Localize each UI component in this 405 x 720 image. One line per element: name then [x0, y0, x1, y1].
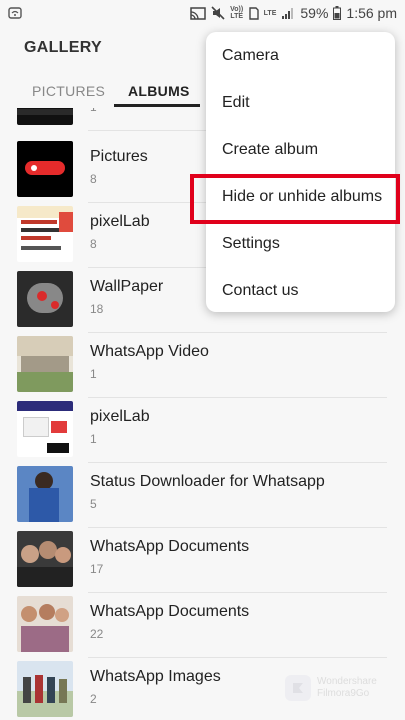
app-title: GALLERY [24, 39, 102, 56]
album-thumbnail [17, 531, 73, 587]
album-row[interactable]: WhatsApp Documents 22 [0, 593, 405, 658]
album-thumbnail [17, 206, 73, 262]
menu-item-create-album[interactable]: Create album [222, 141, 318, 159]
album-name: WhatsApp Documents [90, 603, 250, 620]
album-count: 1 [90, 432, 97, 446]
album-count: 17 [90, 562, 104, 576]
mute-icon [211, 6, 225, 20]
album-count: 2 [90, 692, 97, 706]
signal-icon [281, 7, 295, 20]
status-bar: Vo)) LTE LTE 59% 1:56 pm [0, 0, 405, 26]
album-name: WallPaper [90, 278, 164, 295]
battery-icon [333, 6, 342, 20]
overflow-menu: Camera Edit Create album Hide or unhide … [206, 32, 395, 312]
watermark: Wondershare Filmora9Go [285, 675, 377, 701]
volte-icon: Vo)) LTE [230, 6, 244, 20]
album-name: Status Downloader for Whatsapp [90, 473, 325, 490]
album-thumbnail [17, 271, 73, 327]
album-row[interactable]: pixelLab 1 [0, 398, 405, 463]
album-name: pixelLab [90, 408, 150, 425]
album-thumbnail [17, 661, 73, 717]
tab-pictures[interactable]: PICTURES [32, 74, 105, 108]
album-count: 5 [90, 497, 97, 511]
album-name: WhatsApp Video [90, 343, 209, 360]
menu-item-camera[interactable]: Camera [222, 47, 279, 65]
album-thumbnail [17, 466, 73, 522]
album-thumbnail [17, 596, 73, 652]
tab-albums[interactable]: ALBUMS [128, 74, 190, 108]
battery-percent: 59% [300, 5, 329, 21]
active-tab-indicator [114, 104, 200, 107]
album-row[interactable]: Status Downloader for Whatsapp 5 [0, 463, 405, 528]
album-row[interactable]: WhatsApp Documents 17 [0, 528, 405, 593]
album-count: 8 [90, 172, 97, 186]
highlight-annotation [190, 174, 400, 224]
album-count: 8 [90, 237, 97, 251]
menu-item-settings[interactable]: Settings [222, 235, 280, 253]
watermark-line2: Filmora9Go [317, 688, 370, 699]
album-count: 1 [90, 367, 97, 381]
album-row[interactable]: WhatsApp Video 1 [0, 333, 405, 398]
filmora-logo-icon [285, 675, 311, 701]
wifi-icon [8, 7, 22, 19]
album-thumbnail [17, 336, 73, 392]
album-thumbnail [17, 141, 73, 197]
cast-icon [189, 6, 206, 20]
network-type: LTE [263, 9, 277, 17]
album-name: pixelLab [90, 213, 150, 230]
album-thumbnail [17, 108, 73, 125]
menu-item-edit[interactable]: Edit [222, 94, 250, 112]
sim-icon [248, 6, 259, 20]
menu-item-contact-us[interactable]: Contact us [222, 282, 298, 300]
album-count: 1 [90, 108, 97, 114]
album-count: 22 [90, 627, 104, 641]
album-count: 18 [90, 302, 104, 316]
clock: 1:56 pm [346, 5, 397, 21]
album-name: Pictures [90, 148, 148, 165]
album-name: WhatsApp Images [90, 668, 221, 685]
album-thumbnail [17, 401, 73, 457]
album-name: WhatsApp Documents [90, 538, 250, 555]
watermark-line1: Wondershare [317, 676, 377, 687]
